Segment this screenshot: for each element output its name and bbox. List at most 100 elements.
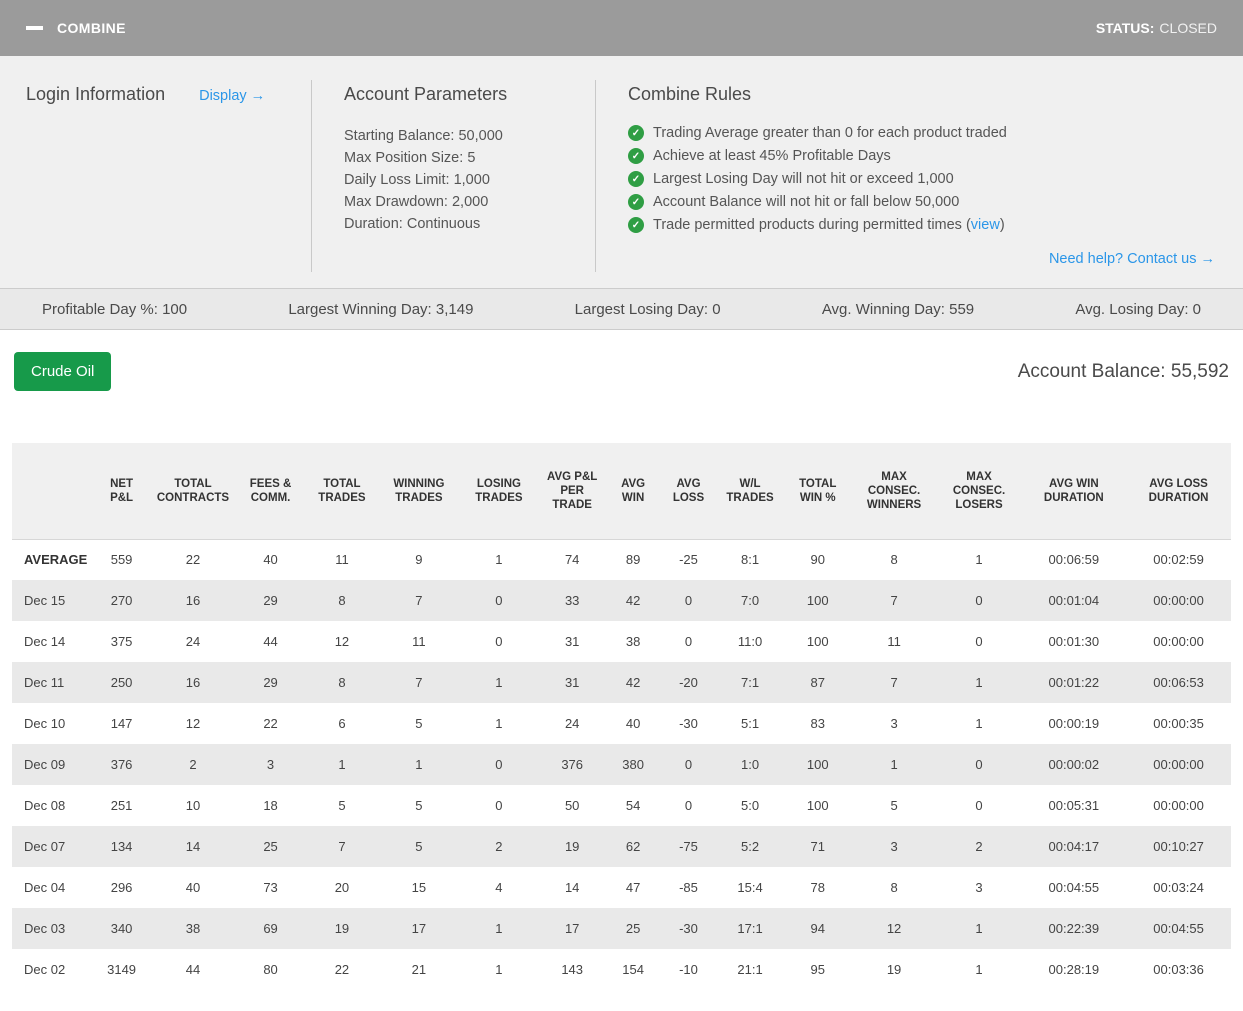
cell-avg-pl-per-trade: 50: [564, 798, 580, 813]
cell-total-win-pct: 100: [806, 634, 829, 649]
cell-losing-trades: 0: [495, 757, 503, 772]
row-label: Dec 03: [24, 921, 66, 936]
cell-winning-trades: 21: [411, 962, 427, 977]
cell-net-pl: 270: [110, 593, 133, 608]
cell-total-contracts: 38: [185, 921, 201, 936]
combine-rules-section: Combine Rules Trading Average greater th…: [595, 80, 1217, 272]
cell-max-consec-losers: 1: [975, 962, 983, 977]
cell-winning-trades: 15: [411, 880, 427, 895]
cell-net-pl: 376: [110, 757, 133, 772]
cell-losing-trades: 0: [495, 798, 503, 813]
cell-fees-comm: 73: [263, 880, 278, 895]
column-header: [12, 443, 94, 540]
cell-avg-win-duration: 00:01:04: [1048, 593, 1100, 608]
cell-total-win-pct: 95: [810, 962, 825, 977]
cell-avg-loss-duration: 00:02:59: [1153, 552, 1204, 568]
column-header: MAX CONSEC. LOSERS: [936, 443, 1022, 540]
cell-total-win-pct: 100: [806, 593, 829, 608]
cell-total-trades: 7: [338, 839, 346, 854]
cell-max-consec-winners: 7: [890, 675, 898, 690]
cell-avg-win: 89: [625, 552, 641, 568]
cell-max-consec-winners: 19: [886, 962, 902, 977]
cell-avg-pl-per-trade: 14: [564, 880, 580, 895]
column-header: AVG WIN: [605, 443, 661, 540]
cell-losing-trades: 2: [495, 839, 503, 854]
column-header: LOSING TRADES: [458, 443, 539, 540]
cell-max-consec-losers: 2: [975, 839, 983, 854]
cell-avg-pl-per-trade: 31: [564, 634, 580, 649]
cell-max-consec-losers: 1: [975, 716, 983, 731]
cell-wl-trades: 11:0: [737, 634, 763, 649]
cell-max-consec-losers: 0: [975, 634, 983, 649]
view-link[interactable]: view: [971, 217, 1000, 233]
cell-wl-trades: 1:0: [741, 757, 760, 772]
cell-total-trades: 20: [334, 880, 350, 895]
collapse-icon[interactable]: [26, 26, 43, 30]
cell-total-trades: 5: [338, 798, 346, 813]
table-row: Dec 14 375 24 44 12 11 0 31 38 0 11:0 10…: [12, 621, 1231, 662]
stat-label: Largest Losing Day:: [574, 300, 709, 318]
table-row: Dec 09 376 2 3 1 1 0 376 380 0 1:0 100 1…: [12, 744, 1231, 785]
cell-total-contracts: 14: [185, 839, 201, 854]
cell-avg-loss: 0: [684, 798, 693, 813]
cell-net-pl: 250: [110, 675, 133, 690]
cell-total-contracts: 22: [185, 552, 201, 568]
cell-total-win-pct: 87: [810, 675, 825, 690]
cell-winning-trades: 5: [415, 798, 423, 813]
account-parameters-section: Account Parameters Starting Balance: 50,…: [311, 80, 595, 272]
cell-avg-pl-per-trade: 376: [561, 757, 584, 772]
column-header: WINNING TRADES: [378, 443, 459, 540]
row-label: Dec 08: [24, 798, 66, 813]
cell-winning-trades: 7: [415, 593, 423, 608]
cell-total-contracts: 16: [185, 593, 201, 608]
stat-value: 3,149: [435, 300, 474, 318]
cell-max-consec-winners: 3: [890, 839, 898, 854]
table-header-row: NET P&L TOTAL CONTRACTS FEES & COMM. TOTAL …: [12, 443, 1231, 540]
cell-avg-win: 62: [625, 839, 641, 854]
parameter-label: Daily Loss Limit:: [344, 172, 450, 188]
account-balance-label: Account Balance:: [1017, 360, 1166, 382]
row-label: Dec 09: [24, 757, 66, 772]
column-header: FEES & COMM.: [236, 443, 306, 540]
cell-avg-pl-per-trade: 74: [564, 552, 580, 568]
parameter-line: Max Drawdown: 2,000: [344, 191, 595, 213]
account-balance: Account Balance: 55,592: [1018, 361, 1229, 383]
cell-avg-loss-duration: 00:00:00: [1153, 757, 1204, 772]
cell-wl-trades: 7:1: [741, 675, 760, 690]
cell-avg-win-duration: 00:05:31: [1048, 798, 1100, 813]
combine-rule-item: Trading Average greater than 0 for each …: [628, 125, 1217, 141]
column-header: NET P&L: [93, 443, 150, 540]
stat-label: Largest Winning Day:: [288, 300, 432, 318]
cell-fees-comm: 18: [263, 798, 278, 813]
column-header: TOTAL WIN %: [783, 443, 852, 540]
combine-rules-title: Combine Rules: [628, 84, 752, 104]
cell-wl-trades: 7:0: [741, 593, 760, 608]
row-label: AVERAGE: [24, 552, 88, 568]
cell-winning-trades: 9: [415, 552, 423, 568]
column-header: W/L TRADES: [716, 443, 784, 540]
cell-avg-loss: -10: [679, 962, 698, 977]
cell-wl-trades: 15:4: [737, 880, 763, 895]
cell-avg-win-duration: 00:04:55: [1048, 880, 1100, 895]
performance-table-wrap: NET P&L TOTAL CONTRACTS FEES & COMM. TOTAL …: [0, 443, 1243, 1004]
column-header: AVG P&L PER TRADE: [538, 443, 606, 540]
cell-avg-win-duration: 00:01:22: [1048, 675, 1100, 690]
cell-total-trades: 1: [338, 757, 346, 772]
cell-avg-pl-per-trade: 143: [561, 962, 584, 977]
display-link[interactable]: Display →: [199, 88, 265, 104]
crude-oil-button[interactable]: Crude Oil: [14, 352, 112, 391]
cell-max-consec-losers: 1: [975, 552, 983, 568]
cell-max-consec-winners: 3: [890, 716, 898, 731]
cell-max-consec-winners: 12: [886, 921, 902, 936]
stat-label: Profitable Day %:: [42, 300, 158, 318]
cell-avg-win: 47: [625, 880, 641, 895]
row-label: Dec 14: [24, 634, 66, 649]
cell-net-pl: 296: [110, 880, 133, 895]
table-row: Dec 08 251 10 18 5 5 0 50 54 0 5:0 100 5…: [12, 785, 1231, 826]
cell-avg-win-duration: 00:00:02: [1048, 757, 1100, 772]
contact-us-link[interactable]: Need help? Contact us →: [1049, 251, 1215, 267]
cell-net-pl: 559: [110, 552, 133, 568]
parameter-value: 2,000: [451, 194, 489, 210]
check-icon: [628, 194, 644, 210]
status-badge: CLOSED: [1159, 20, 1217, 36]
